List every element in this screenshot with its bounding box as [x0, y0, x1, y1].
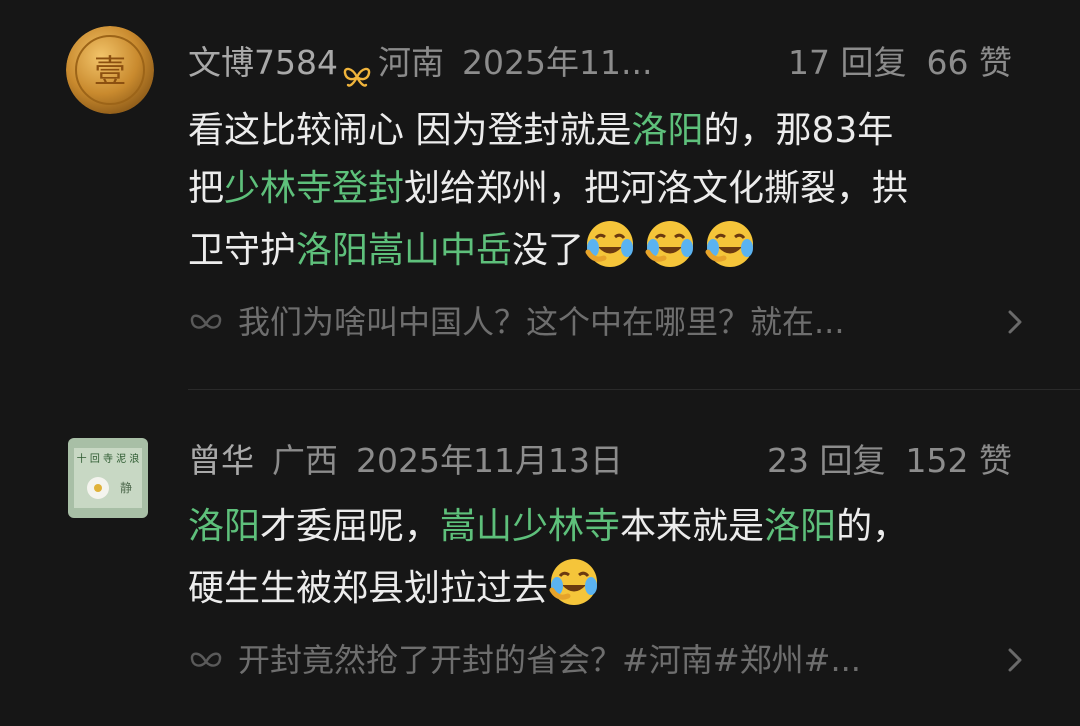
svg-text:壹: 壹: [94, 52, 126, 90]
butterfly-badge-icon: [342, 53, 372, 87]
related-topic[interactable]: 开封竟然抢了开封的省会？#河南#郑州#...: [188, 638, 1028, 682]
highlight-link[interactable]: 洛阳: [631, 110, 703, 151]
text-segment: 没了: [512, 230, 585, 271]
highlight-link[interactable]: 洛阳嵩山中岳: [296, 230, 512, 271]
comment-meta: 曾华 广西 2025年11月13日 23 回复 152 赞: [188, 436, 1012, 486]
coin-avatar-icon: 壹: [66, 26, 154, 114]
topic-text: 我们为啥叫中国人？这个中在哪里？就在...: [238, 303, 845, 341]
date: 2025年11月13日: [356, 441, 623, 480]
text-segment: 硬生生被郑县划拉过去: [188, 568, 549, 609]
comment-body: 看这比较闹心 因为登封就是洛阳的，那83年 把少林寺登封划给郑州，把河洛文化撕裂…: [188, 102, 1028, 280]
comment-item[interactable]: 壹 文博7584 河南 2025年11... 17 回复 66 赞 看这比较闹心 因为…: [0, 0, 1080, 390]
comment-line: 硬生生被郑县划拉过去: [188, 556, 1028, 618]
svg-text:十 回 寺 泥 浪: 十 回 寺 泥 浪: [77, 452, 140, 465]
comment-line: 卫守护洛阳嵩山中岳没了: [188, 218, 1028, 280]
comment-line: 洛阳才委屈呢，嵩山少林寺本来就是洛阳的，: [188, 498, 1028, 556]
divider: [188, 389, 1080, 390]
topic-text: 开封竟然抢了开封的省会？#河南#郑州#...: [238, 641, 861, 679]
username[interactable]: 曾华: [188, 441, 254, 480]
text-segment: 的，那83年: [703, 110, 894, 151]
reply-count[interactable]: 17 回复: [788, 43, 906, 82]
chevron-right-icon: [1002, 638, 1028, 682]
chevron-right-icon: [1002, 300, 1028, 344]
text-segment: 看这比较闹心 因为登封就是: [188, 110, 632, 151]
location: 河南: [377, 43, 444, 82]
date: 2025年11...: [461, 43, 653, 82]
related-topic[interactable]: 我们为啥叫中国人？这个中在哪里？就在...: [188, 300, 1028, 344]
comment-body: 洛阳才委屈呢，嵩山少林寺本来就是洛阳的， 硬生生被郑县划拉过去: [188, 498, 1028, 618]
comment-list: 壹 文博7584 河南 2025年11... 17 回复 66 赞 看这比较闹心 因为…: [0, 0, 1080, 726]
comment-line: 看这比较闹心 因为登封就是洛阳的，那83年: [188, 102, 1028, 160]
like-count[interactable]: 152 赞: [906, 441, 1012, 480]
location: 广西: [272, 441, 338, 480]
highlight-link[interactable]: 嵩山少林寺: [440, 506, 620, 547]
username[interactable]: 文博7584: [188, 43, 338, 82]
topic-butterfly-icon: [188, 642, 224, 668]
crying-laughing-emoji-icon: [704, 218, 756, 270]
text-segment: 划给郑州，把河洛文化撕裂，拱: [404, 168, 909, 209]
sign-avatar-icon: 十 回 寺 泥 浪 静: [68, 438, 148, 518]
crying-laughing-emoji-icon: [584, 218, 636, 270]
comment-meta: 文博7584 河南 2025年11... 17 回复 66 赞: [188, 38, 1012, 88]
like-count[interactable]: 66 赞: [927, 43, 1012, 82]
text-segment: 本来就是: [620, 506, 765, 547]
highlight-link[interactable]: 洛阳: [764, 506, 836, 547]
highlight-link[interactable]: 少林寺登封: [224, 168, 404, 209]
topic-butterfly-icon: [188, 304, 224, 330]
crying-laughing-emoji-icon: [644, 218, 696, 270]
reply-count[interactable]: 23 回复: [767, 441, 885, 480]
highlight-link[interactable]: 洛阳: [188, 506, 260, 547]
text-segment: 卫守护: [188, 230, 297, 271]
svg-text:静: 静: [120, 481, 132, 495]
text-segment: 把: [188, 168, 225, 209]
comment-line: 把少林寺登封划给郑州，把河洛文化撕裂，拱: [188, 160, 1028, 218]
avatar[interactable]: 壹: [66, 26, 154, 114]
avatar[interactable]: 十 回 寺 泥 浪 静: [68, 438, 148, 518]
crying-laughing-emoji-icon: [548, 556, 600, 608]
text-segment: 才委屈呢，: [260, 506, 441, 547]
text-segment: 的，: [836, 506, 909, 547]
